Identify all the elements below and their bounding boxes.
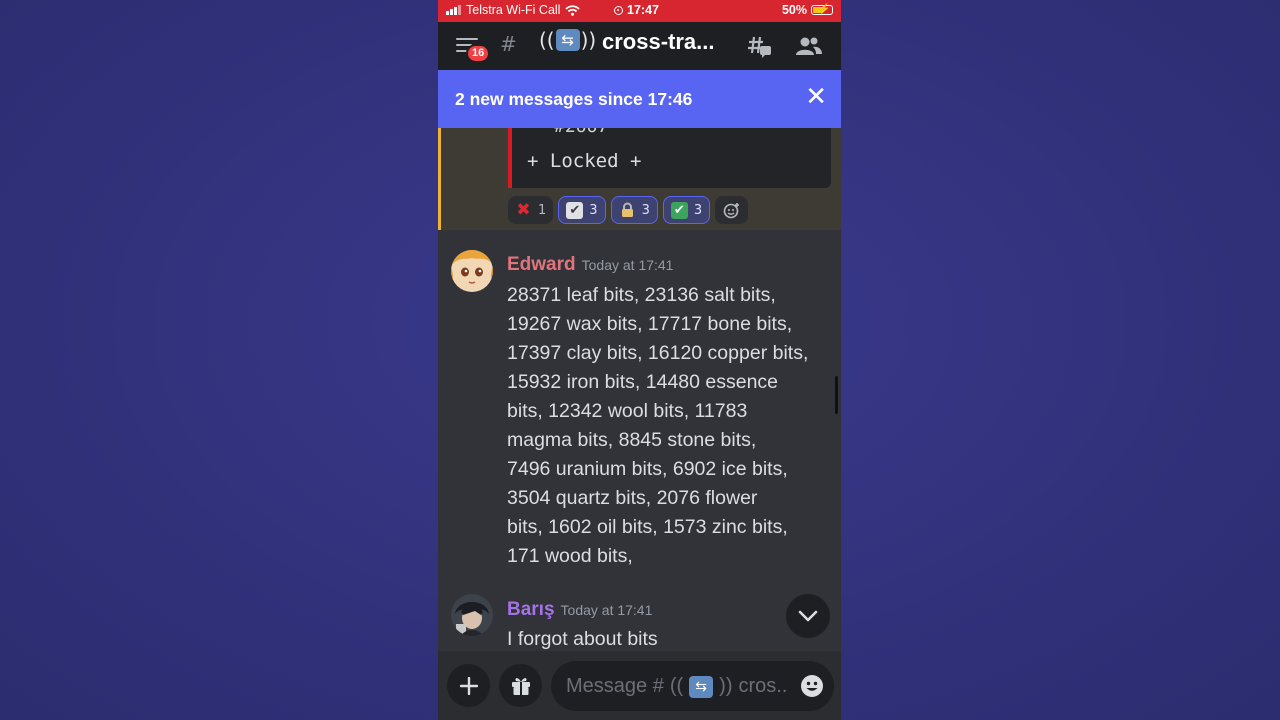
author-name[interactable]: Edward Today at 17:41 [507, 254, 673, 276]
chevron-down-icon [798, 610, 818, 622]
lock-icon [619, 202, 636, 219]
plus-icon [459, 676, 478, 695]
timestamp: Today at 17:41 [581, 257, 674, 273]
unread-badge: 16 [466, 44, 491, 63]
battery-icon: ⚡ [811, 4, 833, 15]
reaction-count: 3 [693, 202, 703, 218]
message-placeholder: Message # ((⇆)) cros.. [566, 675, 788, 698]
scrollbar[interactable] [835, 376, 838, 414]
green-check-icon: ✔ [670, 201, 688, 219]
signal-icon [446, 5, 461, 15]
reaction-count: 3 [589, 202, 598, 218]
avatar[interactable] [451, 250, 493, 292]
status-right: 50% ⚡ [782, 3, 833, 17]
members-icon[interactable] [796, 36, 822, 56]
timestamp: Today at 17:41 [560, 602, 653, 618]
battery-percent: 50% [781, 3, 807, 17]
new-messages-text[interactable]: 2 new messages since 17:46 [455, 89, 692, 110]
reactions-row: ✖ 1 ✔ 3 3 ✔ 3 [508, 196, 749, 224]
emoji-icon[interactable] [800, 674, 824, 698]
wifi-icon [565, 4, 581, 16]
close-icon[interactable]: ✕ [805, 82, 827, 112]
channel-hash-icon: # [500, 32, 517, 56]
avatar[interactable] [451, 594, 493, 636]
author-name[interactable]: Barış Today at 17:41 [507, 599, 652, 621]
clock: 17:47 [627, 3, 659, 17]
reaction-green-check[interactable]: ✔ 3 [662, 196, 711, 224]
message-body: I forgot about bits [507, 628, 658, 650]
composer-bar: Message # ((⇆)) cros.. [438, 651, 841, 720]
screen-record-icon [614, 5, 623, 15]
code-locked-text: + Locked + [527, 150, 642, 172]
reaction-count: 3 [641, 202, 650, 218]
cross-mark-icon: ✖ [516, 200, 531, 220]
status-center: 17:47 [614, 3, 659, 17]
add-reaction-button[interactable] [715, 196, 749, 224]
status-bar: Telstra Wi-Fi Call 17:47 50% ⚡ [438, 0, 841, 22]
reaction-lock[interactable]: 3 [610, 196, 658, 224]
phone-screen: Telstra Wi-Fi Call 17:47 50% ⚡ 16 # (( ⇆… [438, 0, 841, 720]
threads-icon[interactable] [748, 35, 772, 59]
new-messages-bar[interactable]: 2 new messages since 17:46 ✕ [438, 70, 841, 128]
channel-title[interactable]: cross-tra... [602, 29, 715, 55]
check-icon: ✔ [566, 201, 584, 219]
jump-to-present-button[interactable] [786, 594, 830, 638]
attach-button[interactable] [447, 664, 490, 707]
status-left: Telstra Wi-Fi Call [446, 3, 581, 17]
gift-button[interactable] [499, 664, 542, 707]
message-input[interactable]: Message # ((⇆)) cros.. [551, 661, 834, 711]
reaction-count: 1 [538, 202, 547, 218]
carrier-label: Telstra Wi-Fi Call [466, 3, 561, 17]
repeat-icon: ⇆ [555, 29, 580, 51]
channel-emoji: (( ⇆ )) [539, 28, 597, 52]
gift-icon [511, 677, 530, 695]
reaction-check[interactable]: ✔ 3 [558, 196, 606, 224]
code-block: #2667 + Locked + [508, 116, 831, 188]
mentioned-message: #2667 + Locked + ✖ 1 ✔ 3 3 [438, 116, 841, 230]
message-body: 28371 leaf bits, 23136 salt bits, 19267 … [507, 284, 809, 567]
add-reaction-icon [723, 202, 740, 218]
repeat-icon: ⇆ [689, 675, 714, 698]
channel-header: 16 # (( ⇆ )) cross-tra... [438, 22, 841, 70]
reaction-cross[interactable]: ✖ 1 [508, 196, 554, 224]
